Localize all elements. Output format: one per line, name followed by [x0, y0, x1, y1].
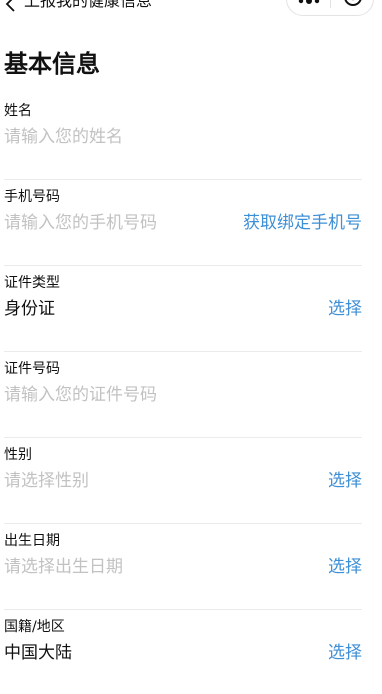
- nationality-label: 国籍/地区: [4, 619, 65, 635]
- form-row-birthdate: 出生日期 请选择出生日期 选择: [4, 524, 362, 610]
- back-button[interactable]: [0, 0, 20, 18]
- basic-info-form: 姓名 手机号码 获取绑定手机号 证件类型 身份证 选择 证件号码 性别 请选择性…: [0, 94, 382, 694]
- gender-placeholder[interactable]: 请选择性别: [4, 469, 224, 493]
- name-label: 姓名: [4, 103, 32, 119]
- form-row-nationality: 国籍/地区 中国大陆 选择: [4, 610, 362, 694]
- phone-input[interactable]: [4, 211, 224, 235]
- id-number-input[interactable]: [4, 383, 224, 407]
- form-row-phone: 手机号码 获取绑定手机号: [4, 180, 362, 266]
- name-input[interactable]: [4, 125, 224, 149]
- more-dots-icon: [298, 0, 320, 9]
- form-row-id-number: 证件号码: [4, 352, 362, 438]
- birthdate-label: 出生日期: [4, 533, 60, 549]
- gender-select-button[interactable]: 选择: [328, 469, 362, 493]
- get-bound-phone-button[interactable]: 获取绑定手机号: [243, 211, 362, 235]
- birthdate-placeholder[interactable]: 请选择出生日期: [4, 555, 224, 579]
- navigation-bar: 上报我的健康信息: [0, 0, 382, 18]
- phone-label: 手机号码: [4, 189, 60, 205]
- gender-label: 性别: [4, 447, 32, 463]
- mini-program-capsule: [286, 0, 374, 16]
- page: 上报我的健康信息 基本信息 姓名 请输入您的姓名 手机号码 请输入您的手机号码 …: [0, 0, 382, 694]
- more-button[interactable]: [287, 0, 330, 15]
- id-type-select-button[interactable]: 选择: [328, 297, 362, 321]
- nationality-select-button[interactable]: 选择: [328, 641, 362, 665]
- page-title: 上报我的健康信息: [24, 0, 153, 10]
- chevron-left-icon: [4, 0, 16, 17]
- id-number-label: 证件号码: [4, 361, 60, 377]
- target-circle-icon: [343, 0, 363, 11]
- id-type-label: 证件类型: [4, 275, 60, 291]
- section-title: 基本信息: [4, 50, 100, 78]
- form-row-id-type: 证件类型 身份证 选择: [4, 266, 362, 352]
- nationality-value[interactable]: 中国大陆: [4, 641, 224, 665]
- close-button[interactable]: [331, 0, 374, 15]
- form-row-gender: 性别 请选择性别 选择: [4, 438, 362, 524]
- id-type-value[interactable]: 身份证: [4, 297, 224, 321]
- birthdate-select-button[interactable]: 选择: [328, 555, 362, 579]
- form-row-name: 姓名: [4, 94, 362, 180]
